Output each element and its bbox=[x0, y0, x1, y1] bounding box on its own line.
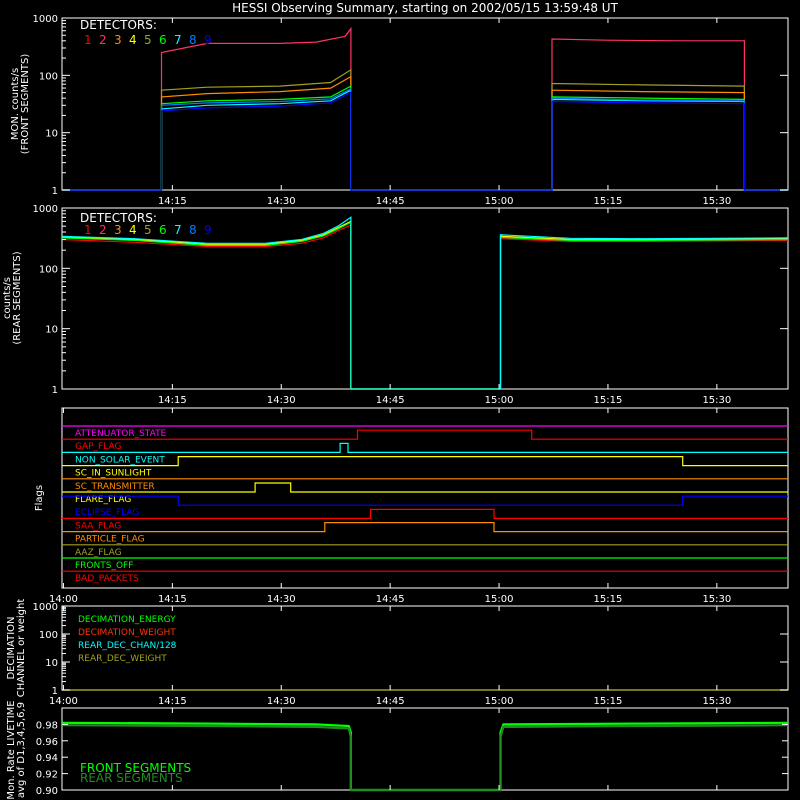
x-tick-label: 15:00 bbox=[485, 696, 514, 707]
legend-detector-6: 6 bbox=[159, 223, 167, 237]
livetime-legend-item: REAR SEGMENTS bbox=[80, 771, 183, 785]
x-tick-label: 15:15 bbox=[594, 594, 623, 605]
x-tick-label: 14:30 bbox=[267, 696, 296, 707]
y-tick-label: 100 bbox=[39, 71, 58, 82]
y-tick-label: 1 bbox=[52, 186, 58, 197]
legend-detector-8: 8 bbox=[189, 223, 197, 237]
decimation-ylabel-2: CHANNEL or weight bbox=[16, 599, 27, 698]
y-tick-label: 10 bbox=[45, 325, 58, 336]
x-tick-label: 15:15 bbox=[594, 395, 623, 406]
legend-detector-6: 6 bbox=[159, 33, 167, 47]
legend-detector-7: 7 bbox=[174, 33, 182, 47]
y-tick-label: 10 bbox=[45, 658, 58, 669]
decimation-legend-item: REAR_DEC_CHAN/128 bbox=[78, 641, 177, 651]
front-legend-title: DETECTORS: bbox=[80, 18, 157, 32]
y-tick-label: 100 bbox=[39, 264, 58, 275]
x-tick-label: 15:30 bbox=[702, 594, 731, 605]
x-tick-label: 14:30 bbox=[267, 395, 296, 406]
y-tick-label: 100 bbox=[39, 630, 58, 641]
rear-legend: 123456789 bbox=[84, 223, 212, 237]
y-tick-label: 1000 bbox=[33, 14, 58, 25]
legend-detector-5: 5 bbox=[144, 33, 152, 47]
flag-label-sc_transmitter: SC_TRANSMITTER bbox=[75, 482, 155, 492]
legend-detector-4: 4 bbox=[129, 223, 137, 237]
rear-ylabel-2: (REAR SEGMENTS) bbox=[12, 251, 23, 344]
decimation-legend-item: DECIMATION_ENERGY bbox=[78, 615, 176, 625]
legend-detector-9: 9 bbox=[204, 33, 212, 47]
x-tick-label: 14:30 bbox=[267, 196, 296, 207]
y-tick-label: 0.94 bbox=[36, 753, 58, 764]
legend-detector-9: 9 bbox=[204, 223, 212, 237]
legend-detector-2: 2 bbox=[99, 223, 107, 237]
legend-detector-2: 2 bbox=[99, 33, 107, 47]
x-tick-label: 14:15 bbox=[158, 594, 187, 605]
y-tick-label: 0.92 bbox=[36, 770, 58, 781]
x-tick-label: 14:45 bbox=[376, 196, 405, 207]
flag-label-gap_flag: GAP_FLAG bbox=[75, 442, 121, 452]
y-tick-label: 1000 bbox=[33, 602, 58, 613]
x-tick-label: 14:45 bbox=[376, 696, 405, 707]
x-tick-label: 14:15 bbox=[158, 395, 187, 406]
x-tick-label: 15:30 bbox=[702, 696, 731, 707]
x-tick-label: 15:15 bbox=[594, 196, 623, 207]
flag-label-non_solar_event: NON_SOLAR_EVENT bbox=[75, 455, 165, 465]
livetime-legend: FRONT SEGMENTSREAR SEGMENTS bbox=[80, 761, 191, 785]
legend-detector-7: 7 bbox=[174, 223, 182, 237]
flag-label-fronts_off: FRONTS_OFF bbox=[75, 561, 133, 571]
x-tick-label: 14:30 bbox=[267, 594, 296, 605]
x-tick-label: 15:00 bbox=[485, 594, 514, 605]
y-tick-label: 1 bbox=[52, 385, 58, 396]
legend-detector-8: 8 bbox=[189, 33, 197, 47]
x-tick-label: 15:00 bbox=[485, 196, 514, 207]
legend-detector-3: 3 bbox=[114, 33, 122, 47]
x-tick-label: 14:00 bbox=[49, 696, 78, 707]
front-legend: 123456789 bbox=[84, 33, 212, 47]
decimation-legend-item: REAR_DEC_WEIGHT bbox=[78, 654, 167, 664]
y-tick-label: 0.96 bbox=[36, 737, 58, 748]
x-tick-label: 14:45 bbox=[376, 594, 405, 605]
livetime-ylabel-2: avg of D1,3,4,5,6,9 bbox=[16, 702, 27, 798]
flag-label-attenuator_state: ATTENUATOR_STATE bbox=[75, 429, 167, 439]
x-tick-label: 14:15 bbox=[158, 696, 187, 707]
decimation-legend-item: DECIMATION_WEIGHT bbox=[78, 628, 176, 638]
x-tick-label: 15:30 bbox=[702, 196, 731, 207]
y-tick-label: 1000 bbox=[33, 204, 58, 215]
y-tick-label: 10 bbox=[45, 129, 58, 140]
legend-detector-4: 4 bbox=[129, 33, 137, 47]
legend-detector-1: 1 bbox=[84, 33, 92, 47]
front-ylabel-2: (FRONT SEGMENTS) bbox=[20, 54, 31, 155]
x-tick-label: 15:15 bbox=[594, 696, 623, 707]
flag-label-particle_flag: PARTICLE_FLAG bbox=[75, 535, 145, 545]
flag-label-bad_packets: BAD_PACKETS bbox=[75, 574, 139, 584]
flag-label-saa_flag: SAA_FLAG bbox=[75, 521, 121, 531]
flags-ylabel: Flags bbox=[34, 485, 45, 511]
x-tick-label: 15:30 bbox=[702, 395, 731, 406]
hessi-summary-chart: HESSI Observing Summary, starting on 200… bbox=[0, 0, 800, 800]
flag-label-aaz_flag: AAZ_FLAG bbox=[75, 548, 122, 558]
chart-title: HESSI Observing Summary, starting on 200… bbox=[232, 1, 618, 15]
flag-label-eclipse_flag: ECLIPSE_FLAG bbox=[75, 508, 139, 518]
x-tick-label: 15:00 bbox=[485, 395, 514, 406]
legend-detector-1: 1 bbox=[84, 223, 92, 237]
legend-detector-5: 5 bbox=[144, 223, 152, 237]
y-tick-label: 0.98 bbox=[36, 720, 58, 731]
y-tick-label: 0.90 bbox=[36, 786, 58, 797]
legend-detector-3: 3 bbox=[114, 223, 122, 237]
flag-label-sc_in_sunlight: SC_IN_SUNLIGHT bbox=[75, 469, 152, 479]
x-tick-label: 14:15 bbox=[158, 196, 187, 207]
x-tick-label: 14:45 bbox=[376, 395, 405, 406]
